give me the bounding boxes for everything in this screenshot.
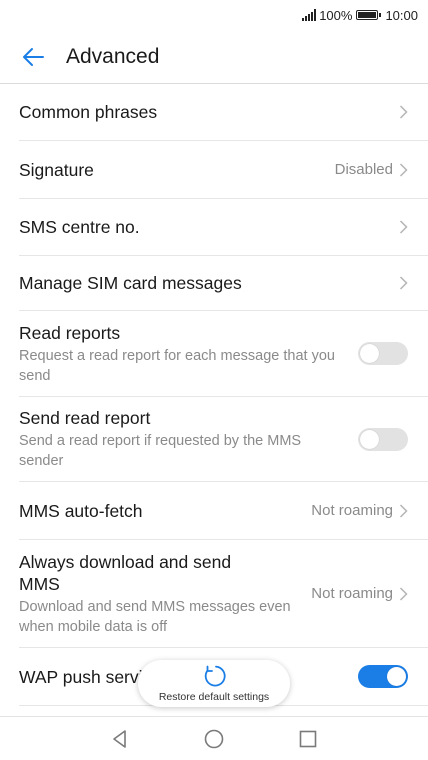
signal-icon — [302, 9, 317, 21]
wap-push-toggle[interactable] — [358, 665, 408, 688]
status-bar: 100% 10:00 — [0, 0, 428, 30]
setting-sms-centre[interactable]: SMS centre no. — [19, 199, 428, 256]
chevron-right-icon — [399, 276, 408, 290]
clock: 10:00 — [385, 7, 418, 23]
restore-defaults-button[interactable]: Restore default settings — [138, 660, 290, 707]
page-title: Advanced — [66, 44, 160, 68]
setting-always-download-mms[interactable]: Always download and send MMS Download an… — [19, 540, 428, 648]
battery-icon — [356, 10, 382, 20]
send-read-report-toggle[interactable] — [358, 427, 408, 451]
setting-title: Common phrases — [19, 102, 158, 122]
chevron-right-icon — [399, 503, 408, 518]
home-circle-icon[interactable] — [203, 728, 225, 750]
setting-description: Send a read report if requested by the M… — [19, 433, 302, 469]
setting-title: Always download and send MMS — [19, 551, 232, 594]
setting-manage-sim-messages[interactable]: Manage SIM card messages — [19, 256, 428, 311]
setting-description: Request a read report for each message t… — [19, 347, 335, 384]
chevron-right-icon — [399, 220, 408, 234]
setting-send-read-report[interactable]: Send read report Send a read report if r… — [19, 397, 428, 482]
restore-defaults-label: Restore default settings — [158, 691, 270, 703]
back-arrow-icon — [23, 47, 44, 66]
setting-signature[interactable]: Signature Disabled — [19, 141, 428, 199]
setting-title: Read reports — [19, 322, 121, 343]
setting-title: MMS auto-fetch — [19, 500, 143, 521]
restore-icon — [204, 665, 226, 687]
setting-value: Disabled — [334, 161, 393, 178]
chevron-right-icon — [399, 105, 408, 119]
setting-common-phrases[interactable]: Common phrases — [19, 84, 428, 141]
chevron-right-icon — [399, 162, 408, 177]
chevron-right-icon — [399, 586, 408, 601]
setting-title: Signature — [19, 159, 94, 180]
back-button[interactable] — [0, 30, 66, 84]
app-bar: Advanced — [0, 30, 428, 84]
setting-read-reports[interactable]: Read reports Request a read report for e… — [19, 311, 428, 397]
setting-mms-auto-fetch[interactable]: MMS auto-fetch Not roaming — [19, 482, 428, 540]
setting-value: Not roaming — [311, 502, 393, 519]
setting-title: Manage SIM card messages — [19, 273, 242, 293]
setting-description: Download and send MMS messages even when… — [19, 598, 291, 635]
setting-value: Not roaming — [311, 585, 393, 602]
read-reports-toggle[interactable] — [358, 342, 408, 365]
battery-percentage: 100% — [319, 7, 353, 23]
settings-list: Common phrases Signature Disabled SMS ce… — [0, 84, 428, 706]
setting-title: SMS centre no. — [19, 217, 140, 237]
navigation-bar — [0, 716, 428, 760]
back-triangle-icon[interactable] — [110, 729, 130, 749]
recents-square-icon[interactable] — [298, 729, 318, 749]
setting-title: Send read report — [19, 408, 151, 428]
